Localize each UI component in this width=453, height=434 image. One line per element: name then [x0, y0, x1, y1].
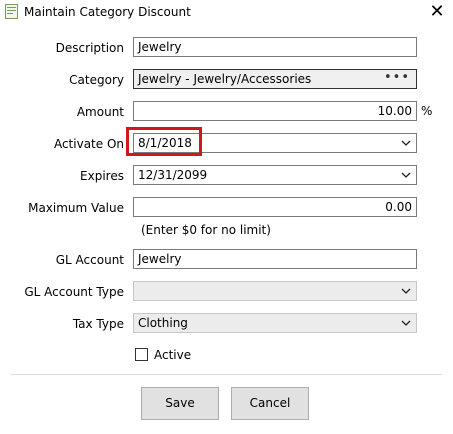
category-label: Category — [69, 73, 124, 87]
description-label: Description — [55, 41, 124, 55]
tax-type-value: Clothing — [138, 316, 188, 330]
activate-on-label: Activate On — [53, 137, 124, 151]
app-icon — [5, 4, 18, 19]
cancel-button[interactable]: Cancel — [231, 387, 309, 420]
gl-account-label: GL Account — [55, 253, 124, 267]
chevron-down-icon[interactable] — [401, 287, 411, 295]
gl-account-field[interactable]: Jewelry — [133, 249, 417, 269]
chevron-down-icon[interactable] — [401, 171, 411, 179]
divider — [11, 374, 442, 375]
active-label[interactable]: Active — [154, 348, 191, 362]
title-bar: Maintain Category Discount ✕ — [0, 0, 453, 26]
save-button[interactable]: Save — [141, 387, 219, 420]
maximum-value-hint: (Enter $0 for no limit) — [141, 223, 271, 237]
maximum-value-label: Maximum Value — [28, 201, 124, 215]
window-title: Maintain Category Discount — [24, 5, 191, 19]
ellipsis-icon[interactable]: ••• — [384, 70, 410, 86]
tax-type-label: Tax Type — [72, 317, 124, 331]
gl-account-type-label: GL Account Type — [24, 285, 124, 299]
category-field[interactable]: Jewelry - Jewelry/Accessories ••• — [133, 69, 417, 89]
description-field[interactable]: Jewelry — [133, 37, 417, 57]
amount-field[interactable]: 10.00 — [133, 101, 417, 121]
amount-label: Amount — [76, 105, 124, 119]
maximum-value-field[interactable]: 0.00 — [133, 197, 417, 217]
chevron-down-icon[interactable] — [401, 139, 411, 147]
gl-account-type-select[interactable] — [133, 281, 417, 301]
chevron-down-icon[interactable] — [401, 319, 411, 327]
percent-unit: % — [421, 104, 433, 118]
expires-label: Expires — [80, 169, 124, 183]
active-checkbox[interactable] — [135, 348, 148, 361]
tax-type-select[interactable]: Clothing — [133, 313, 417, 333]
expires-value: 12/31/2099 — [138, 168, 208, 182]
category-value: Jewelry - Jewelry/Accessories — [138, 72, 312, 86]
expires-date-picker[interactable]: 12/31/2099 — [133, 165, 417, 185]
highlight-box — [126, 127, 202, 156]
close-icon[interactable]: ✕ — [426, 1, 448, 23]
